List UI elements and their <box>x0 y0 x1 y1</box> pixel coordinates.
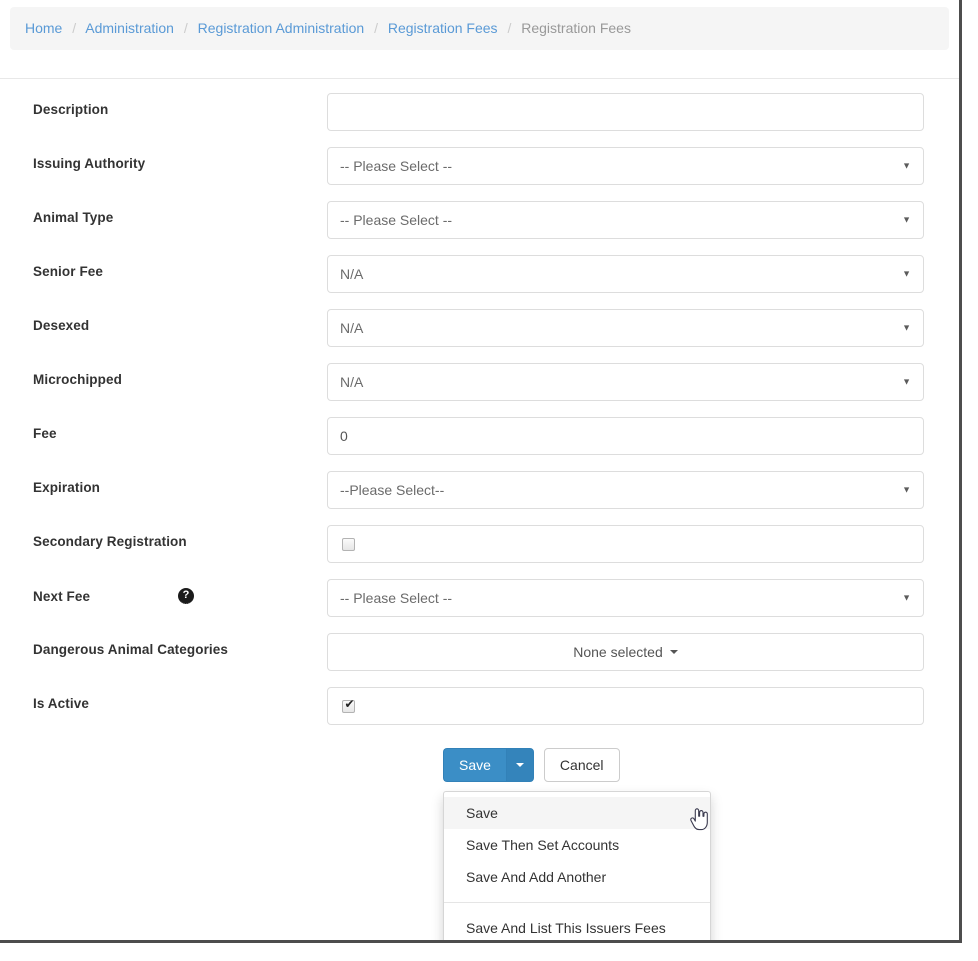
label-secondary-registration: Secondary Registration <box>33 534 187 549</box>
next-fee-select[interactable]: -- Please Select -- ▼ <box>327 579 924 617</box>
microchipped-value: N/A <box>340 374 364 390</box>
label-issuing-authority: Issuing Authority <box>33 156 146 171</box>
save-button-group: Save Save Save Then Set Accounts Save An… <box>443 748 711 940</box>
issuing-authority-value: -- Please Select -- <box>340 158 453 174</box>
dropdown-item-save-and-list-this-issuers-fees[interactable]: Save And List This Issuers Fees <box>444 912 710 940</box>
save-dropdown-menu: Save Save Then Set Accounts Save And Add… <box>443 791 711 940</box>
fee-input[interactable] <box>327 417 924 455</box>
chevron-down-icon: ▼ <box>902 214 911 225</box>
dangerous-animal-categories-multiselect[interactable]: None selected <box>327 633 924 671</box>
form-row-secondary-registration: Secondary Registration <box>0 525 959 579</box>
form-row-fee: Fee <box>0 417 959 471</box>
form-row-microchipped: Microchipped N/A ▼ <box>0 363 959 417</box>
breadcrumb-item-registration-administration[interactable]: Registration Administration <box>198 20 365 36</box>
breadcrumb-item-administration[interactable]: Administration <box>85 20 174 36</box>
breadcrumb-separator: / <box>374 20 378 36</box>
chevron-down-icon: ▼ <box>902 322 911 333</box>
chevron-down-icon: ▼ <box>902 376 911 387</box>
dropdown-item-save[interactable]: Save <box>444 797 710 829</box>
save-dropdown-toggle[interactable] <box>505 748 534 782</box>
form-row-animal-type: Animal Type -- Please Select -- ▼ <box>0 201 959 255</box>
form-row-description: Description <box>0 93 959 147</box>
label-description: Description <box>33 102 109 117</box>
expiration-value: --Please Select-- <box>340 482 445 498</box>
chevron-down-icon: ▼ <box>902 592 911 603</box>
cancel-button[interactable]: Cancel <box>543 748 620 782</box>
chevron-down-icon: ▼ <box>902 160 911 171</box>
form-row-senior-fee: Senior Fee N/A ▼ <box>0 255 959 309</box>
dangerous-animal-categories-value: None selected <box>573 644 663 660</box>
label-senior-fee: Senior Fee <box>33 264 104 279</box>
save-button[interactable]: Save <box>443 748 506 782</box>
label-is-active: Is Active <box>33 696 89 711</box>
animal-type-value: -- Please Select -- <box>340 212 453 228</box>
form-row-issuing-authority: Issuing Authority -- Please Select -- ▼ <box>0 147 959 201</box>
form-row-next-fee: Next Fee ? -- Please Select -- ▼ <box>0 579 959 633</box>
breadcrumb-item-home[interactable]: Home <box>25 20 62 36</box>
form-row-is-active: Is Active <box>0 687 959 741</box>
breadcrumb-separator: / <box>183 20 188 36</box>
label-next-fee: Next Fee ? <box>0 579 327 604</box>
question-mark-help-icon[interactable]: ? <box>178 588 195 604</box>
issuing-authority-select[interactable]: -- Please Select -- ▼ <box>327 147 924 185</box>
form-row-desexed: Desexed N/A ▼ <box>0 309 959 363</box>
description-input[interactable] <box>327 93 924 131</box>
breadcrumb-item-registration-fees[interactable]: Registration Fees <box>388 20 498 36</box>
dropdown-item-save-and-add-another[interactable]: Save And Add Another <box>444 861 710 893</box>
form-row-expiration: Expiration --Please Select-- ▼ <box>0 471 959 525</box>
registration-fee-form: Description Issuing Authority -- Please … <box>0 79 959 940</box>
label-desexed: Desexed <box>33 318 90 333</box>
desexed-value: N/A <box>340 320 364 336</box>
label-expiration: Expiration <box>33 480 101 495</box>
label-fee: Fee <box>33 426 57 441</box>
caret-down-icon <box>669 650 678 654</box>
dropdown-item-save-then-set-accounts[interactable]: Save Then Set Accounts <box>444 829 710 861</box>
chevron-down-icon: ▼ <box>902 268 911 279</box>
microchipped-select[interactable]: N/A ▼ <box>327 363 924 401</box>
is-active-field <box>327 687 924 725</box>
breadcrumb: Home / Administration / Registration Adm… <box>10 7 949 50</box>
next-fee-value: -- Please Select -- <box>340 590 453 606</box>
form-actions: Save Save Save Then Set Accounts Save An… <box>0 741 959 940</box>
senior-fee-select[interactable]: N/A ▼ <box>327 255 924 293</box>
desexed-select[interactable]: N/A ▼ <box>327 309 924 347</box>
secondary-registration-field <box>327 525 924 563</box>
caret-down-icon <box>515 763 524 767</box>
animal-type-select[interactable]: -- Please Select -- ▼ <box>327 201 924 239</box>
breadcrumb-separator: / <box>72 20 77 36</box>
page-frame: Home / Administration / Registration Adm… <box>0 0 962 943</box>
chevron-down-icon: ▼ <box>902 484 911 495</box>
breadcrumb-separator: / <box>507 20 512 36</box>
label-microchipped: Microchipped <box>33 372 122 387</box>
expiration-select[interactable]: --Please Select-- ▼ <box>327 471 924 509</box>
form-row-dangerous-animal-categories: Dangerous Animal Categories None selecte… <box>0 633 959 687</box>
label-dangerous-animal-categories: Dangerous Animal Categories <box>33 642 228 657</box>
is-active-checkbox[interactable] <box>342 698 356 713</box>
dropdown-divider <box>444 902 710 903</box>
breadcrumb-item-current: Registration Fees <box>521 20 631 36</box>
secondary-registration-checkbox[interactable] <box>342 537 355 551</box>
label-animal-type: Animal Type <box>33 210 114 225</box>
senior-fee-value: N/A <box>340 266 364 282</box>
